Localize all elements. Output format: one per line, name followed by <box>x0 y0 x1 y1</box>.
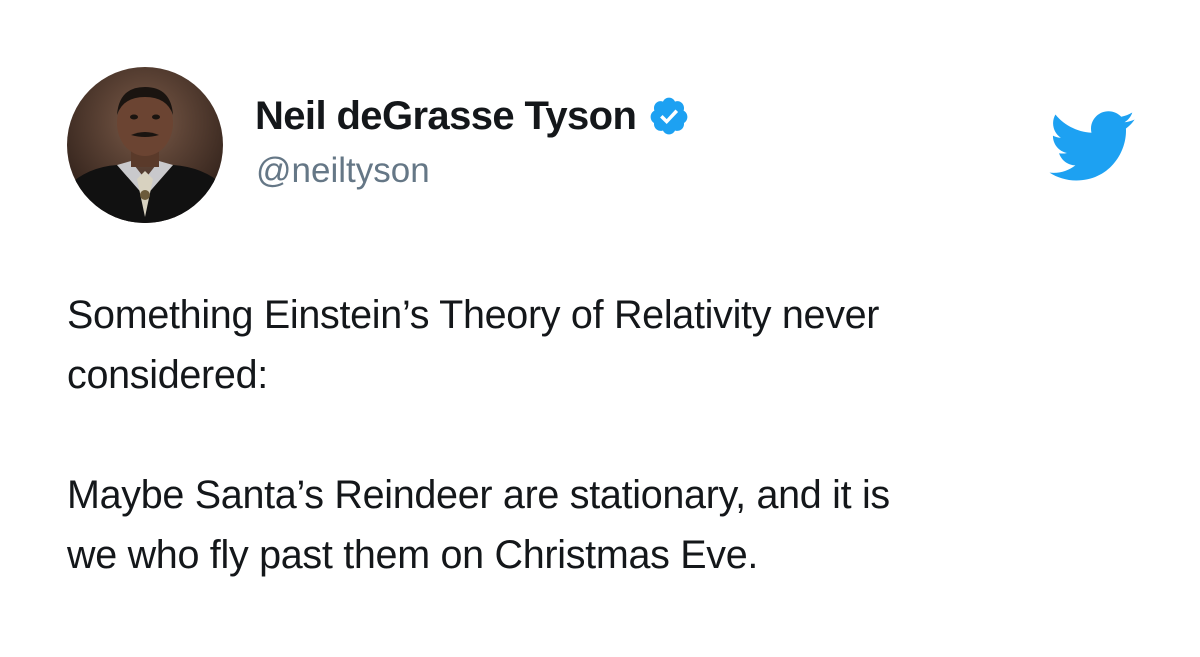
tweet-text: Something Einstein’s Theory of Relativit… <box>67 285 1147 585</box>
tweet-line: Something Einstein’s Theory of Relativit… <box>67 293 880 337</box>
author-name-row: Neil deGrasse Tyson <box>255 88 690 144</box>
avatar[interactable] <box>67 67 223 223</box>
profile-photo-icon <box>67 67 223 223</box>
tweet-card: Neil deGrasse Tyson @neiltyson Something… <box>0 0 1200 657</box>
tweet-line: considered: <box>67 353 268 397</box>
tweet-line: Maybe Santa’s Reindeer are stationary, a… <box>67 473 890 517</box>
author-handle[interactable]: @neiltyson <box>256 151 430 191</box>
tweet-paragraph: Maybe Santa’s Reindeer are stationary, a… <box>67 465 1147 585</box>
verified-badge-icon <box>648 95 690 137</box>
tweet-line: we who fly past them on Christmas Eve. <box>67 533 759 577</box>
twitter-bird-icon[interactable] <box>1046 108 1136 182</box>
author-display-name[interactable]: Neil deGrasse Tyson <box>255 94 637 139</box>
tweet-paragraph: Something Einstein’s Theory of Relativit… <box>67 285 1147 405</box>
